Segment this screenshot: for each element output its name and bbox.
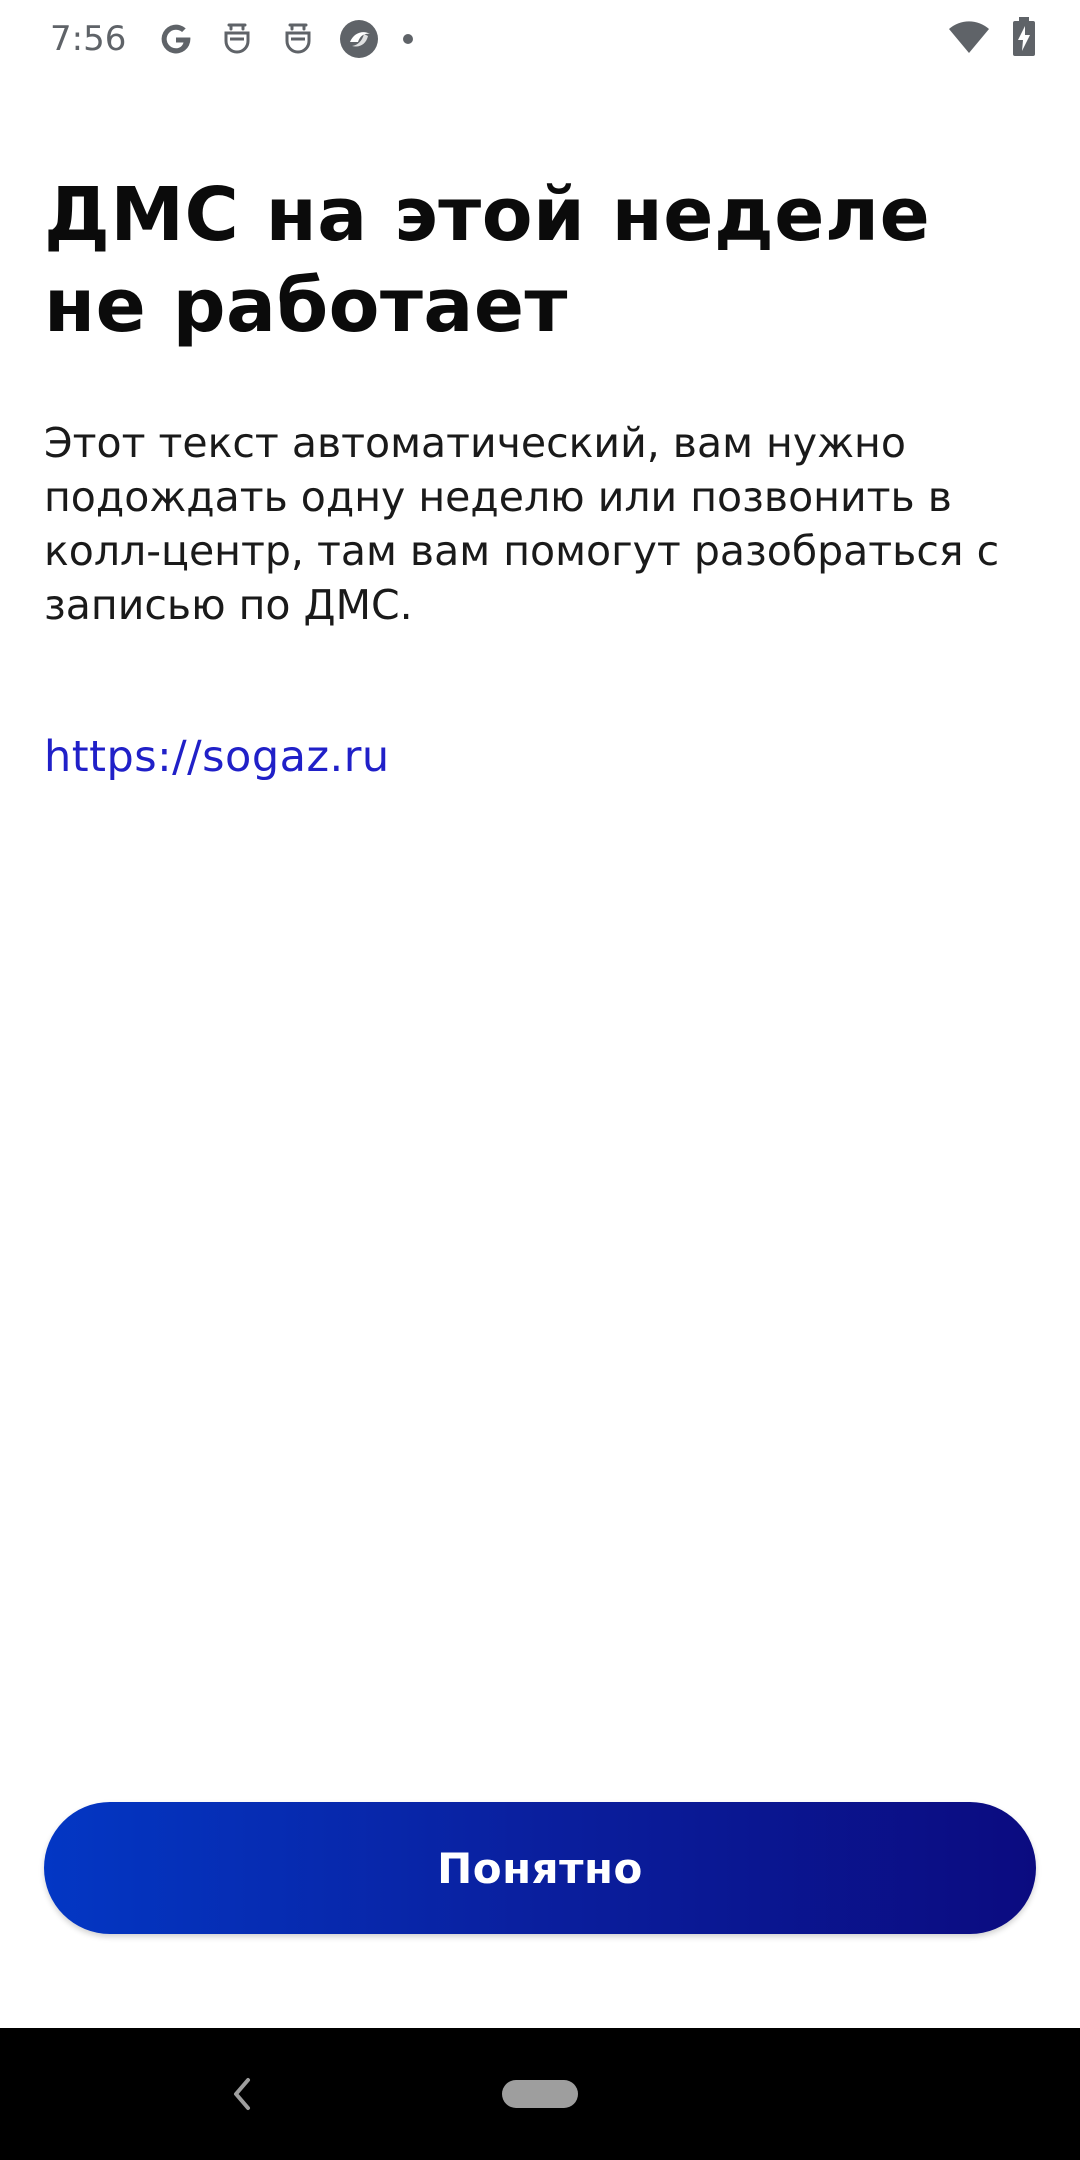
system-icons <box>948 16 1036 62</box>
browser-icon <box>337 17 381 61</box>
message-text: Этот текст автоматический, вам нужно под… <box>44 419 1000 629</box>
back-icon[interactable] <box>220 2072 264 2116</box>
website-link[interactable]: https://sogaz.ru <box>44 732 390 782</box>
home-pill-icon[interactable] <box>502 2080 578 2108</box>
google-icon <box>154 17 198 61</box>
page-title: ДМС на этой неделе не работает <box>44 172 931 349</box>
ok-button[interactable]: Понятно <box>44 1802 1036 1934</box>
screen: 7:56 ДМС на этой неделе не работает Этот… <box>0 0 1080 2160</box>
wifi-icon <box>948 20 990 59</box>
dot-icon <box>398 17 418 61</box>
status-bar: 7:56 <box>0 0 1080 78</box>
battery-charging-icon <box>1012 16 1036 62</box>
robot-icon <box>276 17 320 61</box>
status-time: 7:56 <box>50 19 127 59</box>
navigation-bar <box>0 2028 1080 2160</box>
robot-icon <box>215 17 259 61</box>
dialog-content: ДМС на этой неделе не работает Этот текс… <box>44 170 1036 782</box>
